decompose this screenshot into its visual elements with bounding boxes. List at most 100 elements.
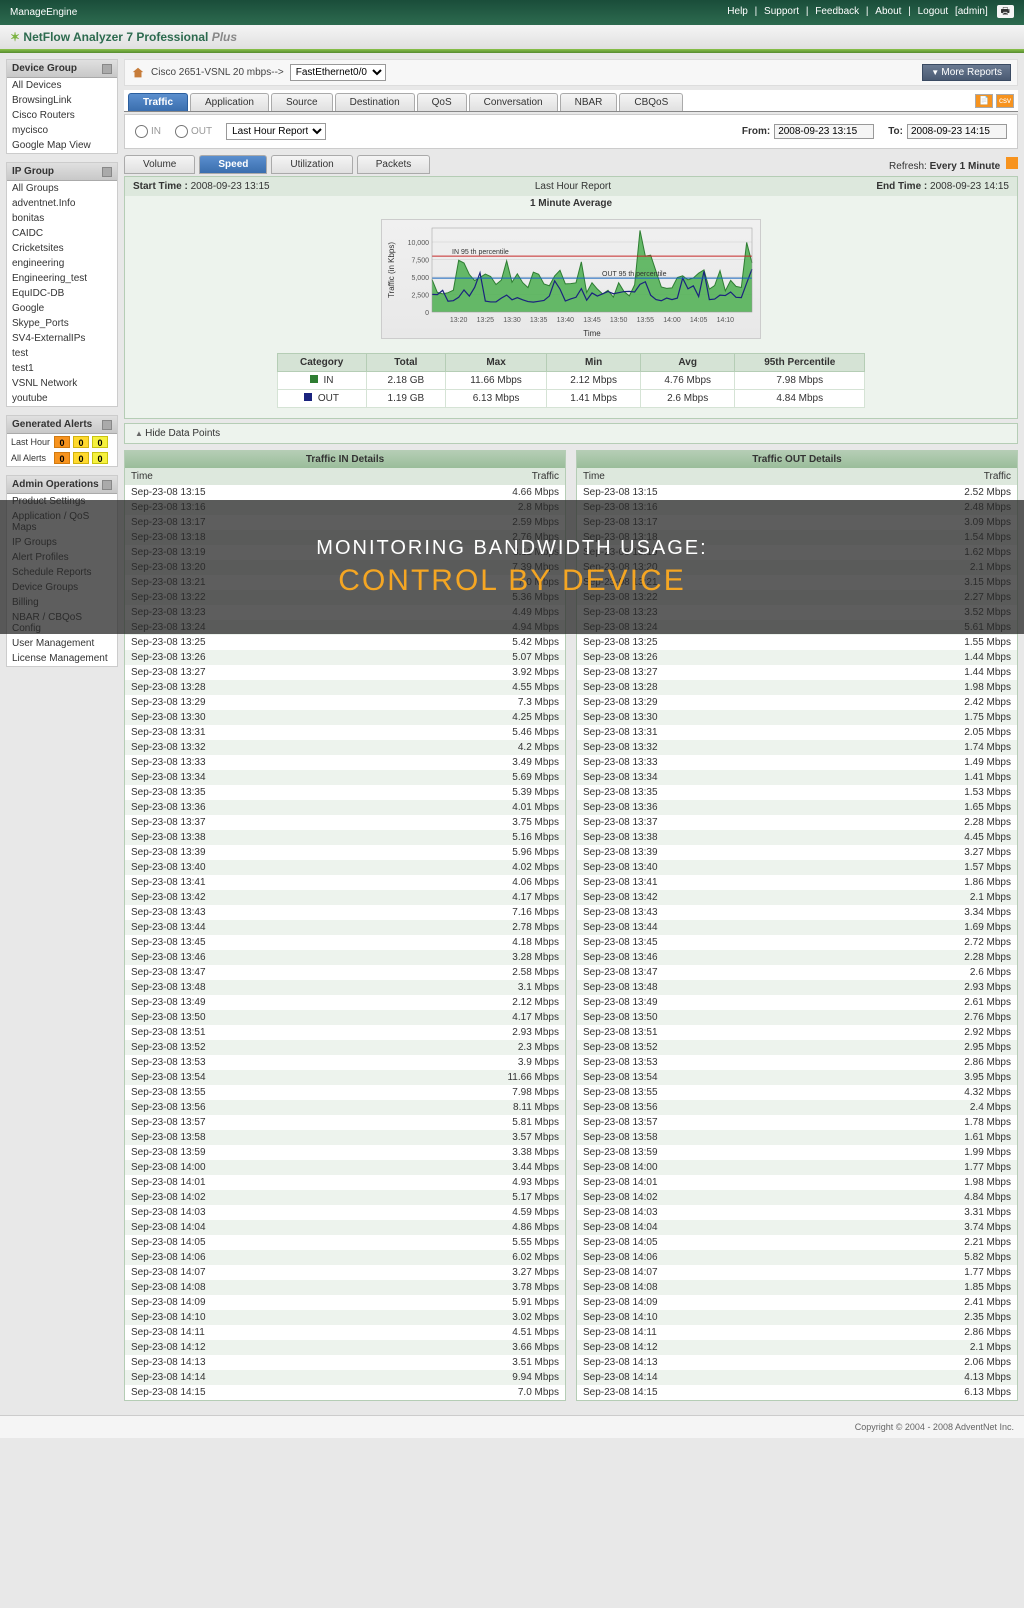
export-csv-icon[interactable]: csv (996, 94, 1014, 108)
table-row: Sep-23-08 14:044.86 Mbps (125, 1220, 565, 1235)
breadcrumb-device[interactable]: Cisco 2651-VSNL 20 mbps--> (151, 67, 284, 78)
subtab-speed[interactable]: Speed (199, 155, 267, 174)
table-row: Sep-23-08 14:065.82 Mbps (577, 1250, 1017, 1265)
table-row: Sep-23-08 13:255.42 Mbps (125, 635, 565, 650)
table-row: Sep-23-08 13:492.61 Mbps (577, 995, 1017, 1010)
ip-group-item[interactable]: Skype_Ports (7, 316, 117, 331)
product-label: ManageEngine (10, 7, 77, 18)
collapse-icon[interactable] (102, 167, 112, 177)
ip-group-item[interactable]: Cricketsites (7, 241, 117, 256)
tab-qos[interactable]: QoS (417, 93, 467, 111)
report-range-select[interactable]: Last Hour Report (226, 123, 326, 140)
admin-item[interactable]: License Management (7, 651, 117, 666)
table-row: Sep-23-08 14:095.91 Mbps (125, 1295, 565, 1310)
footer: Copyright © 2004 - 2008 AdventNet Inc. (0, 1415, 1024, 1438)
svg-text:7,500: 7,500 (411, 258, 429, 265)
ip-group-item[interactable]: test1 (7, 361, 117, 376)
traffic-chart: 02,5005,0007,50010,00013:2013:2513:3013:… (381, 219, 761, 339)
hide-datapoints-toggle[interactable]: Hide Data Points (124, 423, 1018, 444)
out-radio[interactable] (175, 125, 188, 138)
refresh-label: Refresh: Every 1 Minute (889, 157, 1018, 172)
top-link-help[interactable]: Help (727, 6, 748, 17)
ip-group-item[interactable]: test (7, 346, 117, 361)
table-row: Sep-23-08 13:312.05 Mbps (577, 725, 1017, 740)
ip-group-item[interactable]: SV4-ExternalIPs (7, 331, 117, 346)
device-group-item[interactable]: BrowsingLink (7, 93, 117, 108)
tab-conversation[interactable]: Conversation (469, 93, 558, 111)
ip-group-item[interactable]: engineering (7, 256, 117, 271)
tab-traffic[interactable]: Traffic (128, 93, 188, 111)
alert-major[interactable]: 0 (73, 436, 89, 448)
device-group-item[interactable]: Cisco Routers (7, 108, 117, 123)
table-row: Sep-23-08 13:331.49 Mbps (577, 755, 1017, 770)
ip-group-item[interactable]: All Groups (7, 181, 117, 196)
top-link-support[interactable]: Support (764, 6, 799, 17)
start-time-label: Start Time : (133, 181, 188, 192)
top-links: Help | Support | Feedback | About | Logo… (723, 4, 1014, 21)
table-row: Sep-23-08 13:422.1 Mbps (577, 890, 1017, 905)
alert-label: Last Hour (11, 437, 51, 447)
svg-text:OUT 95 th percentile: OUT 95 th percentile (602, 271, 667, 278)
table-row: Sep-23-08 14:083.78 Mbps (125, 1280, 565, 1295)
ip-group-item[interactable]: EquIDC-DB (7, 286, 117, 301)
tab-application[interactable]: Application (190, 93, 269, 111)
in-radio[interactable] (135, 125, 148, 138)
admin-item[interactable]: User Management (7, 636, 117, 651)
collapse-icon[interactable] (102, 480, 112, 490)
subtab-utilization[interactable]: Utilization (271, 155, 352, 174)
ip-group-item[interactable]: Engineering_test (7, 271, 117, 286)
edit-icon[interactable] (1006, 157, 1018, 169)
table-row: Sep-23-08 13:433.34 Mbps (577, 905, 1017, 920)
ip-group-item[interactable]: VSNL Network (7, 376, 117, 391)
print-icon[interactable]: 🖶 (997, 5, 1014, 18)
svg-text:IN 95 th percentile: IN 95 th percentile (452, 249, 509, 256)
home-icon[interactable] (131, 66, 145, 80)
tab-destination[interactable]: Destination (335, 93, 415, 111)
app-title: ✶ NetFlow Analyzer 7 Professional Plus (10, 30, 237, 44)
from-input[interactable] (774, 124, 874, 139)
svg-text:14:05: 14:05 (690, 317, 708, 324)
export-pdf-icon[interactable]: 📄 (975, 94, 993, 108)
table-row: Sep-23-08 13:404.02 Mbps (125, 860, 565, 875)
subtab-packets[interactable]: Packets (357, 155, 431, 174)
end-time-value: 2008-09-23 14:15 (930, 181, 1009, 192)
table-row: Sep-23-08 13:265.07 Mbps (125, 650, 565, 665)
top-link-logout[interactable]: Logout (918, 6, 949, 17)
alert-minor[interactable]: 0 (92, 452, 108, 464)
ip-group-item[interactable]: bonitas (7, 211, 117, 226)
table-row: Sep-23-08 13:441.69 Mbps (577, 920, 1017, 935)
device-group-item[interactable]: Google Map View (7, 138, 117, 153)
alert-critical[interactable]: 0 (54, 452, 70, 464)
subtab-volume[interactable]: Volume (124, 155, 195, 174)
ip-group-item[interactable]: adventnet.Info (7, 196, 117, 211)
table-row: Sep-23-08 13:492.12 Mbps (125, 995, 565, 1010)
table-row: Sep-23-08 13:251.55 Mbps (577, 635, 1017, 650)
ip-group-item[interactable]: youtube (7, 391, 117, 406)
alert-minor[interactable]: 0 (92, 436, 108, 448)
table-row: Sep-23-08 13:533.9 Mbps (125, 1055, 565, 1070)
ip-group-item[interactable]: Google (7, 301, 117, 316)
logo-strip: ✶ NetFlow Analyzer 7 Professional Plus (0, 25, 1024, 49)
alert-major[interactable]: 0 (73, 452, 89, 464)
table-row: Sep-23-08 13:281.98 Mbps (577, 680, 1017, 695)
to-input[interactable] (907, 124, 1007, 139)
svg-text:0: 0 (425, 310, 429, 317)
tab-cbqos[interactable]: CBQoS (619, 93, 683, 111)
table-row: Sep-23-08 13:361.65 Mbps (577, 800, 1017, 815)
table-row: Sep-23-08 14:112.86 Mbps (577, 1325, 1017, 1340)
interface-select[interactable]: FastEthernet0/0 (290, 64, 386, 81)
svg-text:10,000: 10,000 (408, 240, 430, 247)
device-group-item[interactable]: mycisco (7, 123, 117, 138)
table-row: Sep-23-08 13:454.18 Mbps (125, 935, 565, 950)
svg-text:13:30: 13:30 (503, 317, 521, 324)
collapse-icon[interactable] (102, 64, 112, 74)
alert-critical[interactable]: 0 (54, 436, 70, 448)
top-link-feedback[interactable]: Feedback (815, 6, 859, 17)
top-link-about[interactable]: About (875, 6, 901, 17)
more-reports-button[interactable]: More Reports (922, 64, 1011, 81)
tab-nbar[interactable]: NBAR (560, 93, 618, 111)
tab-source[interactable]: Source (271, 93, 333, 111)
collapse-icon[interactable] (102, 420, 112, 430)
device-group-item[interactable]: All Devices (7, 78, 117, 93)
ip-group-item[interactable]: CAIDC (7, 226, 117, 241)
